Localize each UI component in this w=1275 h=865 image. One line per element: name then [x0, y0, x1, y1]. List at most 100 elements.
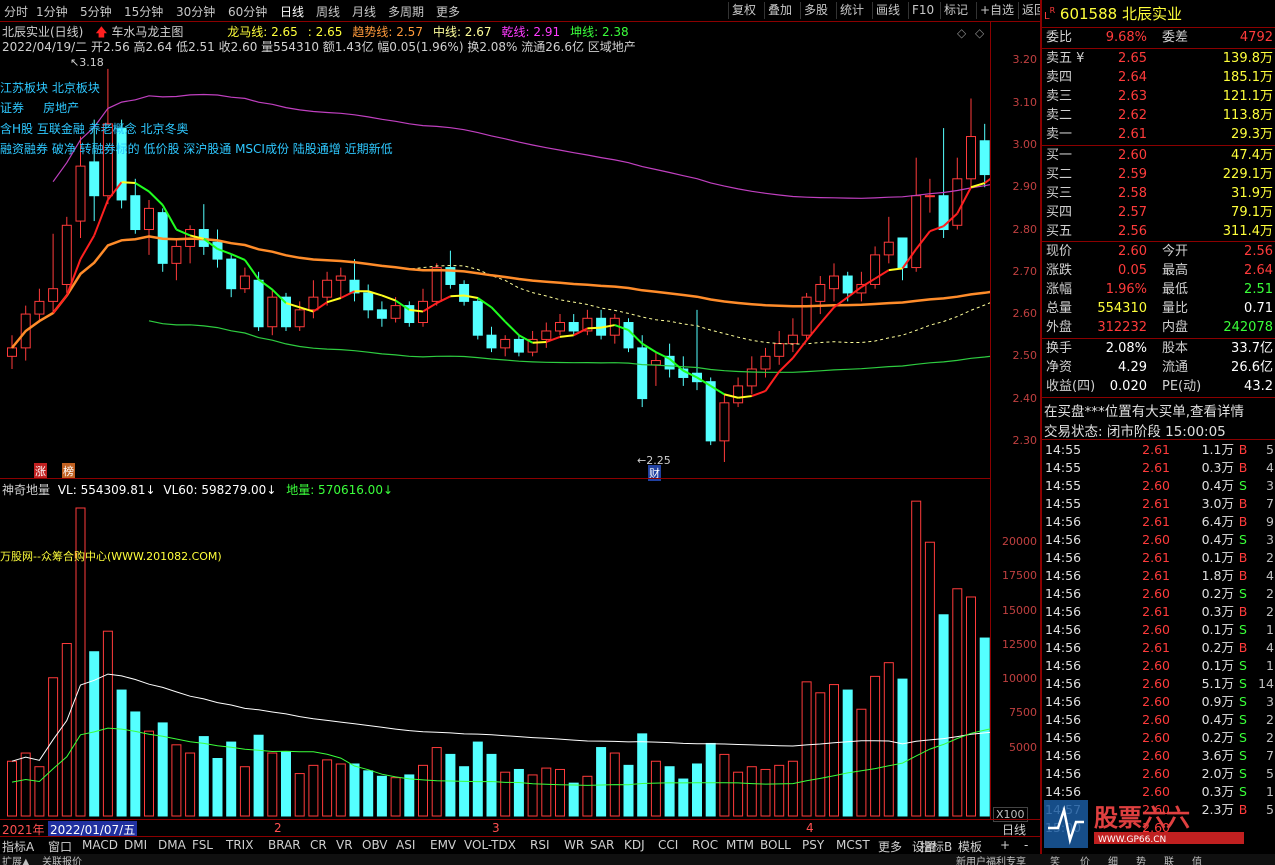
- volume-bar: [801, 681, 812, 817]
- candle: [787, 334, 798, 345]
- toolbar-button-7[interactable]: +自选: [976, 2, 1017, 19]
- tab-jia[interactable]: 价: [1080, 854, 1090, 865]
- stat2-row: 净资 4.29 流通 26.6亿: [1044, 358, 1275, 377]
- period-tab-1[interactable]: 1分钟: [36, 3, 68, 20]
- tick-row: 14:56 2.60 3.6万 S 7: [1044, 747, 1275, 765]
- expand-button[interactable]: 扩展▲: [2, 854, 30, 865]
- bids-price[interactable]: 2.60: [1118, 146, 1147, 165]
- toolbar-button-5[interactable]: F10: [908, 2, 937, 19]
- bids-price[interactable]: 2.58: [1118, 184, 1147, 203]
- period-tab-3[interactable]: 15分钟: [124, 3, 163, 20]
- period-tab-0[interactable]: 分时: [4, 3, 28, 20]
- period-tab-10[interactable]: 更多: [436, 3, 460, 20]
- indicator-tab-9[interactable]: VR: [336, 838, 353, 852]
- indicator-tab-8[interactable]: CR: [310, 838, 327, 852]
- period-tab-5[interactable]: 60分钟: [228, 3, 267, 20]
- indicator-tab-15[interactable]: WR: [564, 838, 584, 852]
- indicator-tab-1[interactable]: 窗口: [48, 838, 72, 855]
- indicator-tab-16[interactable]: SAR: [590, 838, 614, 852]
- tab-lian[interactable]: 联: [1164, 854, 1174, 865]
- indicator-tab-5[interactable]: FSL: [192, 838, 213, 852]
- rank-marker[interactable]: 榜: [62, 463, 75, 479]
- period-tab-7[interactable]: 周线: [316, 3, 340, 20]
- toolbar-button-0[interactable]: 复权: [728, 2, 759, 19]
- volume-bar: [979, 637, 990, 817]
- period-tab-4[interactable]: 30分钟: [176, 3, 215, 20]
- asks-price[interactable]: 2.62: [1118, 106, 1147, 125]
- volume-bar: [61, 643, 72, 817]
- asks-price[interactable]: 2.61: [1118, 125, 1147, 144]
- candlestick-chart[interactable]: 北辰实业(日线) 🡅 车水马龙主图 龙马线: 2.65: 2.65 趋势线: 2.…: [0, 22, 1127, 481]
- volume-tick: 7500: [1009, 706, 1037, 720]
- bids-price[interactable]: 2.56: [1118, 222, 1147, 241]
- tick-side: B: [1238, 568, 1248, 583]
- tick-row: 14:56 2.61 6.4万 B 9: [1044, 513, 1275, 531]
- asks-volume: 29.3万: [1231, 127, 1273, 142]
- indicator-tab-11[interactable]: ASI: [396, 838, 415, 852]
- price-tick: 3.10: [1012, 95, 1038, 109]
- tag-line-3[interactable]: 含H股 互联金融 养老概念 北京冬奥: [0, 120, 188, 137]
- indicator-tab-17[interactable]: KDJ: [624, 838, 645, 852]
- bids-price[interactable]: 2.59: [1118, 165, 1147, 184]
- limit-up-marker[interactable]: 涨: [34, 463, 47, 479]
- stock-name[interactable]: 北辰实业: [1122, 5, 1182, 23]
- indicator-tab-12[interactable]: EMV: [430, 838, 456, 852]
- indicator-tab-0[interactable]: 指标A: [2, 838, 34, 855]
- indicator-tab-23[interactable]: MCST: [836, 838, 870, 852]
- period-tab-8[interactable]: 月线: [352, 3, 376, 20]
- toolbar-button-2[interactable]: 多股: [800, 2, 831, 19]
- indicator-tab-18[interactable]: CCI: [658, 838, 678, 852]
- indicator-tab-6[interactable]: TRIX: [226, 838, 253, 852]
- indicator-tab-10[interactable]: OBV: [362, 838, 388, 852]
- indicator-tab-3[interactable]: DMI: [124, 838, 147, 852]
- indicator-tab-19[interactable]: ROC: [692, 838, 718, 852]
- indicator-tab-4[interactable]: DMA: [158, 838, 186, 852]
- indicator-tab-20[interactable]: MTM: [726, 838, 754, 852]
- toolbar-button-1[interactable]: 叠加: [764, 2, 795, 19]
- price-tick: 2.30: [1012, 433, 1038, 447]
- volume-indicator-name[interactable]: 神奇地量: [2, 483, 50, 497]
- asks-price[interactable]: 2.64: [1118, 68, 1147, 87]
- period-tab-9[interactable]: 多周期: [388, 3, 424, 20]
- tick-time: 14:56: [1045, 694, 1082, 709]
- indicator-right-tab-1[interactable]: 模板: [958, 838, 982, 855]
- tick-time: 14:55: [1045, 478, 1082, 493]
- indicator-tab-7[interactable]: BRAR: [268, 838, 301, 852]
- toolbar-button-6[interactable]: 标记: [940, 2, 971, 19]
- period-tab-2[interactable]: 5分钟: [80, 3, 112, 20]
- indicator-tab-2[interactable]: MACD: [82, 838, 118, 852]
- tick-time: 14:56: [1045, 550, 1082, 565]
- remove-window-icon[interactable]: -: [1024, 838, 1028, 852]
- indicator-tab-24[interactable]: 更多: [878, 838, 902, 855]
- indicator-tab-13[interactable]: VOL-TDX: [464, 838, 516, 852]
- tab-zhi[interactable]: 值: [1192, 854, 1202, 865]
- period-tab-6[interactable]: 日线: [280, 3, 304, 20]
- volume-bar: [226, 741, 237, 817]
- dragon-line-segment: [121, 181, 136, 185]
- promo-link[interactable]: 新用户福利专享: [956, 854, 1026, 865]
- asks-price[interactable]: 2.65: [1118, 49, 1147, 68]
- indicator-tab-14[interactable]: RSI: [530, 838, 550, 852]
- indicator-name[interactable]: 车水马龙主图: [111, 25, 183, 39]
- toolbar-button-3[interactable]: 统计: [836, 2, 867, 19]
- tag-line-1[interactable]: 江苏板块 北京板块: [0, 79, 100, 96]
- expand-icon[interactable]: ◇: [975, 26, 984, 40]
- stock-code[interactable]: 601588: [1060, 5, 1117, 23]
- tag-line-2[interactable]: 证券 房地产: [0, 99, 79, 116]
- indicator-tab-22[interactable]: PSY: [802, 838, 824, 852]
- toolbar-button-4[interactable]: 画线: [872, 2, 903, 19]
- diamond-icon[interactable]: ◇: [957, 26, 966, 40]
- big-order-notice[interactable]: 在买盘***位置有大买单,查看详情: [1044, 400, 1244, 420]
- volume-bar: [664, 766, 675, 817]
- tab-xiao[interactable]: 笑: [1050, 854, 1060, 865]
- tag-line-4[interactable]: 融资融券 破净 转融券标的 低价股 深沪股通 MSCI成份 陆股通增 近期新低: [0, 140, 393, 157]
- add-window-icon[interactable]: +: [1000, 838, 1010, 852]
- related-quotes-button[interactable]: 关联报价: [42, 854, 82, 865]
- tab-shi[interactable]: 势: [1136, 854, 1146, 865]
- asks-price[interactable]: 2.63: [1118, 87, 1147, 106]
- bids-price[interactable]: 2.57: [1118, 203, 1147, 222]
- indicator-right-tab-0[interactable]: 指标B: [920, 838, 952, 855]
- volume-chart[interactable]: 神奇地量 VL: 554309.81↓ VL60: 598279.00↓ 地量:…: [0, 478, 1127, 818]
- tab-xi[interactable]: 细: [1108, 854, 1118, 865]
- indicator-tab-21[interactable]: BOLL: [760, 838, 791, 852]
